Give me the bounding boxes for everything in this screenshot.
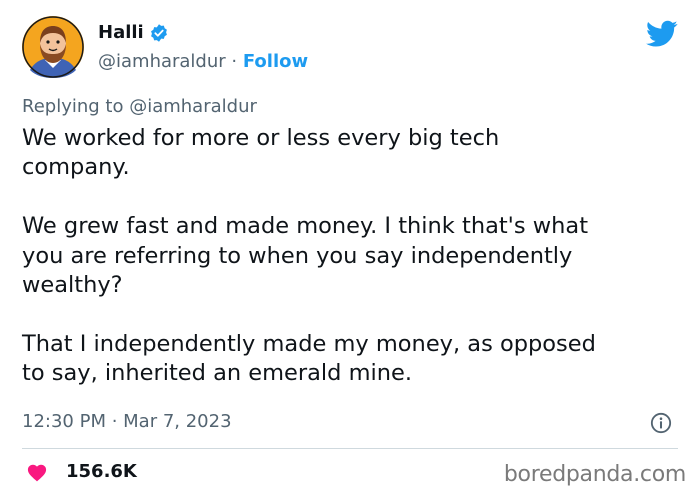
tweet-line: you are referring to when you say indepe… — [22, 242, 573, 269]
divider — [22, 448, 678, 449]
separator: · — [225, 51, 243, 72]
tweet-card: Halli @iamharaldur · Follow Replying to … — [0, 0, 700, 502]
like-action[interactable]: 156.6K — [26, 461, 137, 482]
info-icon[interactable] — [650, 412, 672, 434]
replying-handle-link[interactable]: @iamharaldur — [129, 96, 257, 117]
tweet-line: wealthy? — [22, 272, 123, 299]
heart-icon[interactable] — [26, 462, 48, 482]
tweet-line: We worked for more or less every big tec… — [22, 125, 500, 151]
handle-row: @iamharaldur · Follow — [98, 51, 308, 72]
tweet-line: We grew fast and made money. I think tha… — [22, 213, 589, 240]
author-handle[interactable]: @iamharaldur — [98, 51, 226, 72]
author-name[interactable]: Halli — [98, 22, 144, 43]
watermark: boredpanda.com — [503, 462, 686, 487]
replying-to: Replying to @iamharaldur — [22, 96, 257, 117]
tweet-text: We worked for more or less every big tec… — [22, 124, 682, 389]
tweet-timestamp[interactable]: 12:30 PM · Mar 7, 2023 — [22, 411, 232, 432]
like-count: 156.6K — [66, 461, 137, 482]
follow-button[interactable]: Follow — [243, 51, 308, 72]
twitter-bird-icon[interactable] — [646, 20, 678, 48]
avatar[interactable] — [22, 16, 84, 78]
tweet-line: to say, inherited an emerald mine. — [22, 360, 413, 387]
replying-prefix: Replying to — [22, 96, 130, 117]
tweet-line: company. — [22, 154, 130, 181]
tweet-line: That I independently made my money, as o… — [22, 330, 596, 357]
author-row: Halli — [98, 22, 169, 43]
verified-badge-icon — [150, 23, 167, 42]
